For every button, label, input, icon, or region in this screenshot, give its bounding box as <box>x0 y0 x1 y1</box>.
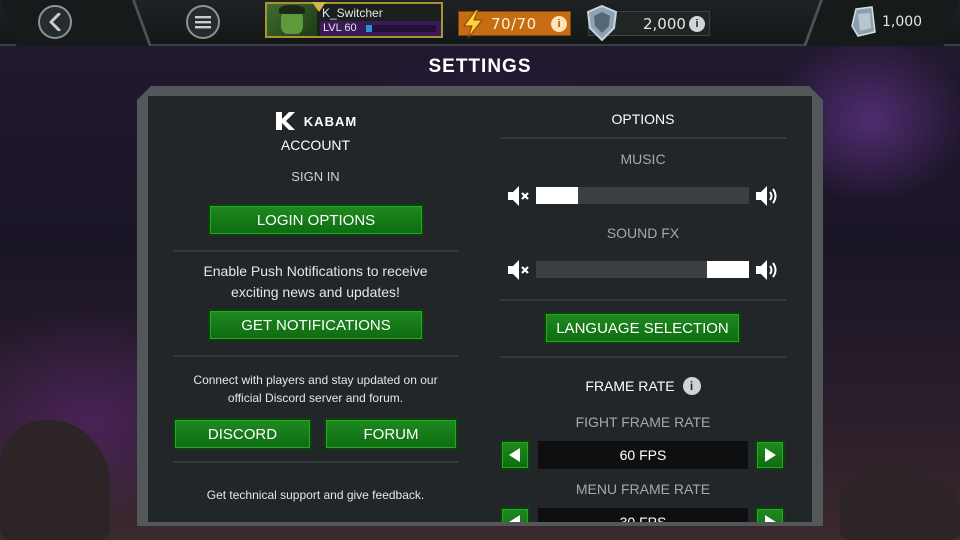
menu-frame-rate-label: MENU FRAME RATE <box>575 481 711 497</box>
frame-rate-info-icon[interactable]: i <box>682 377 701 395</box>
menu-button[interactable] <box>186 5 220 39</box>
get-notifications-button[interactable]: GET NOTIFICATIONS <box>208 309 424 341</box>
login-options-button[interactable]: LOGIN OPTIONS <box>208 204 424 236</box>
sound-fx-slider-thumb[interactable] <box>707 261 749 278</box>
options-section: OPTIONS MUSIC SOUND FX LANGUAGE SELECTIO… <box>500 96 786 522</box>
section-divider <box>173 250 458 252</box>
volume-max-icon[interactable] <box>754 183 780 209</box>
sound-fx-slider-track[interactable] <box>536 261 749 278</box>
top-bar-left-wing <box>0 0 152 46</box>
units-value: 1,000 <box>882 14 923 30</box>
background-rock <box>840 470 960 540</box>
forum-button[interactable]: FORUM <box>324 418 458 450</box>
community-text: official Discord server and forum. <box>227 391 404 405</box>
energy-value: 70/70 <box>491 15 537 33</box>
fight-frame-rate-selector: 60 FPS <box>500 440 786 470</box>
background-rock <box>0 420 110 540</box>
volume-mute-icon[interactable] <box>506 183 532 209</box>
frame-rate-heading: FRAME RATE <box>585 378 675 394</box>
section-divider <box>500 137 786 139</box>
section-divider <box>500 356 786 358</box>
top-bar: K_Switcher LVL 60 70/70 i 2,000 i 1,000 <box>0 0 960 46</box>
xp-progress-bar <box>366 25 436 32</box>
kabam-brand: KABAM <box>173 110 458 132</box>
volume-mute-icon[interactable] <box>506 257 532 283</box>
profile-card[interactable]: K_Switcher LVL 60 <box>265 2 443 38</box>
account-section: KABAM ACCOUNT SIGN IN LOGIN OPTIONS Enab… <box>173 96 458 522</box>
music-label: MUSIC <box>620 151 666 167</box>
menu-frame-rate-value: 30 FPS <box>538 508 748 522</box>
sound-fx-slider[interactable] <box>500 257 786 283</box>
fight-frame-rate-prev-button[interactable] <box>500 440 530 470</box>
rating-value: 2,000 <box>643 15 686 33</box>
section-divider <box>173 355 458 357</box>
menu-frame-rate-prev-button[interactable] <box>500 507 530 522</box>
discord-button[interactable]: DISCORD <box>173 418 312 450</box>
options-heading: OPTIONS <box>611 111 675 127</box>
triangle-right-icon <box>765 448 776 462</box>
triangle-left-icon <box>509 515 520 522</box>
account-heading: ACCOUNT <box>280 137 351 153</box>
rating-counter[interactable]: 2,000 i <box>586 4 710 42</box>
menu-frame-rate-next-button[interactable] <box>755 507 785 522</box>
language-selection-button[interactable]: LANGUAGE SELECTION <box>544 312 741 344</box>
profile-name: K_Switcher <box>322 6 383 20</box>
chevron-left-icon <box>49 13 61 31</box>
energy-info-icon[interactable]: i <box>551 16 567 32</box>
music-slider-track[interactable] <box>536 187 749 204</box>
profile-level-box: LVL 60 <box>320 21 441 36</box>
shield-icon <box>586 4 618 42</box>
xp-progress-fill <box>366 25 372 32</box>
push-notification-text: exciting news and updates! <box>231 284 400 300</box>
fight-frame-rate-label: FIGHT FRAME RATE <box>575 414 711 430</box>
rating-info-icon[interactable]: i <box>689 16 705 32</box>
support-text[interactable]: Get technical support and give feedback. <box>173 488 458 502</box>
triangle-left-icon <box>509 448 520 462</box>
menu-frame-rate-selector: 30 FPS <box>500 507 786 522</box>
triangle-right-icon <box>765 515 776 522</box>
music-slider-thumb[interactable] <box>536 187 578 204</box>
section-divider <box>500 299 786 301</box>
community-text: Connect with players and stay updated on… <box>193 373 438 387</box>
music-slider[interactable] <box>500 183 786 209</box>
volume-max-icon[interactable] <box>754 257 780 283</box>
lightning-bolt-icon <box>463 10 484 38</box>
sign-in-label: SIGN IN <box>291 169 340 184</box>
kabam-logo-icon <box>275 112 295 130</box>
profile-level: LVL 60 <box>323 22 357 34</box>
push-notification-text: Enable Push Notifications to receive <box>203 263 428 279</box>
unit-crystal-icon <box>851 6 876 37</box>
sound-fx-label: SOUND FX <box>606 225 680 241</box>
hamburger-menu-icon <box>195 16 211 29</box>
section-divider <box>173 461 458 463</box>
page-title: SETTINGS <box>428 56 532 77</box>
frame-rate-heading-row: FRAME RATE i <box>500 375 786 397</box>
fight-frame-rate-next-button[interactable] <box>755 440 785 470</box>
back-button[interactable] <box>38 5 72 39</box>
units-counter[interactable]: 1,000 <box>848 4 948 40</box>
energy-counter[interactable]: 70/70 i <box>458 10 571 38</box>
settings-panel: KABAM ACCOUNT SIGN IN LOGIN OPTIONS Enab… <box>148 96 812 522</box>
avatar <box>267 4 317 36</box>
fight-frame-rate-value: 60 FPS <box>538 441 748 469</box>
kabam-wordmark: KABAM <box>303 113 358 129</box>
